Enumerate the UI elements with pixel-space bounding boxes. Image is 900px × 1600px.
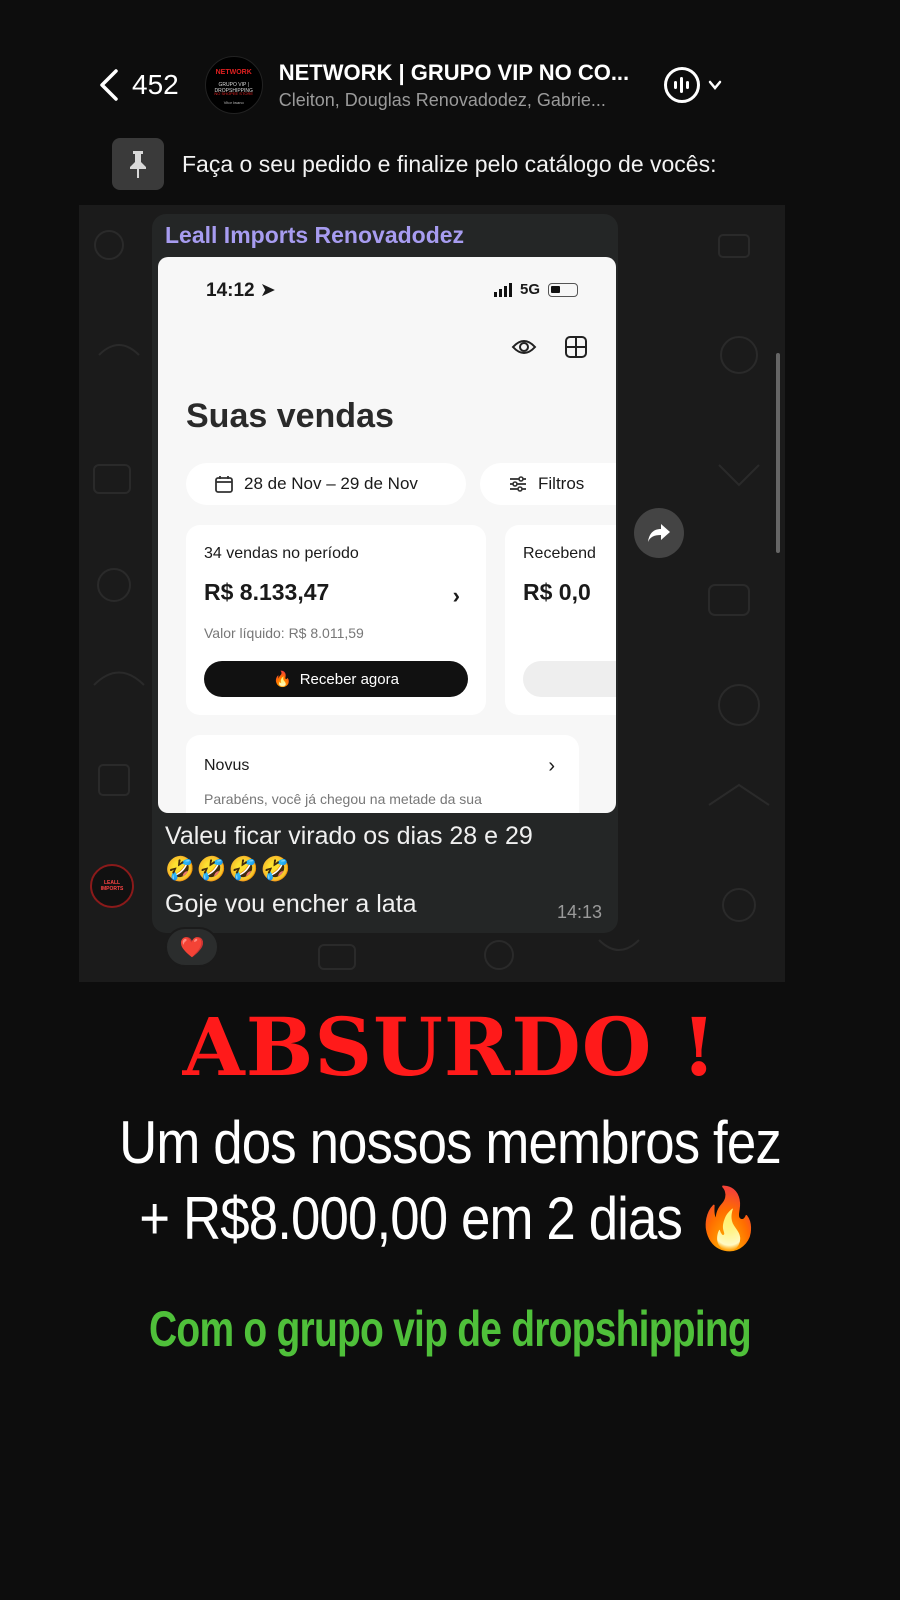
sales-card: 34 vendas no período R$ 8.133,47 › Valor… <box>186 525 486 715</box>
unread-count: 452 <box>132 69 179 100</box>
receivables-label: Recebend <box>523 545 596 562</box>
promo-line-1: Um dos nossos membros fez <box>119 1109 782 1176</box>
message-line-1: Valeu ficar virado os dias 28 e 29 <box>165 822 533 850</box>
chevron-left-icon <box>100 69 118 101</box>
group-members: Cleiton, Douglas Renovadodez, Gabrie... <box>278 89 606 110</box>
chevron-down-icon[interactable] <box>708 78 722 92</box>
sales-amount: R$ 8.133,47 <box>204 579 330 605</box>
calendar-icon <box>215 476 233 493</box>
attached-screenshot[interactable]: 14:12 ➤ 5G Suas vendas 28 de Nov – 29 de… <box>158 257 616 813</box>
novus-title: Novus <box>204 757 250 774</box>
promo-line-2: + R$8.000,00 em 2 dias 🔥 <box>139 1185 761 1252</box>
headline: ABSURDO ! <box>182 1000 718 1094</box>
pin-icon <box>112 138 164 190</box>
receivables-card: Recebend R$ 0,0 <box>505 525 616 715</box>
forward-icon <box>648 524 670 542</box>
eye-icon <box>511 340 537 354</box>
message-bubble[interactable]: Leall Imports Renovadodez 14:12 ➤ 5G Sua… <box>152 214 618 933</box>
message-text: Valeu ficar virado os dias 28 e 29 🤣🤣🤣🤣 … <box>165 819 605 921</box>
status-indicators: 5G <box>493 281 578 298</box>
tagline: Com o grupo vip de dropshipping <box>149 1301 752 1357</box>
message-line-2: Goje vou encher a lata <box>165 890 417 918</box>
group-title: NETWORK | GRUPO VIP NO CO... <box>278 59 630 85</box>
filters-pill: Filtros <box>480 463 616 505</box>
fire-icon: 🔥 <box>273 671 292 688</box>
group-info[interactable]: NETWORK | GRUPO VIP NO CO... Cleiton, Do… <box>279 60 644 111</box>
filters-label: Filtros <box>538 474 585 493</box>
chevron-right-icon: › <box>452 583 460 608</box>
receivables-amount: R$ 0,0 <box>523 579 591 605</box>
date-range-pill: 28 de Nov – 29 de Nov <box>186 463 466 505</box>
sales-title: Suas vendas <box>186 397 394 435</box>
voice-chat-icon[interactable] <box>663 67 700 103</box>
novus-card: Novus › Parabéns, você já chegou na meta… <box>186 735 579 813</box>
receive-now-button: 🔥 Receber agora <box>204 661 468 697</box>
message-time: 14:13 <box>556 902 602 922</box>
laughing-emojis: 🤣🤣🤣🤣 <box>165 856 293 883</box>
pinned-text: Faça o seu pedido e finalize pelo catálo… <box>182 150 717 177</box>
network-label: 5G <box>519 281 540 298</box>
chat-header: 452 NETWORK GRUPO VIP | DROPSHIPPING NO … <box>80 40 785 130</box>
novus-text: Parabéns, você já chegou na metade da su… <box>204 791 482 807</box>
signal-icon <box>493 282 512 297</box>
sales-count: 34 vendas no período <box>204 545 359 562</box>
sliders-icon <box>510 476 526 492</box>
calculator-icon <box>565 336 587 358</box>
receivables-button <box>523 661 616 697</box>
sender-name[interactable]: Leall Imports Renovadodez <box>165 222 464 249</box>
back-button[interactable]: 452 <box>98 68 179 102</box>
pinned-message[interactable]: Faça o seu pedido e finalize pelo catálo… <box>80 133 785 195</box>
battery-icon <box>548 282 578 297</box>
receive-now-label: Receber agora <box>299 670 399 688</box>
scrollbar[interactable] <box>776 353 780 553</box>
chevron-right-icon: › <box>548 755 555 777</box>
forward-button[interactable] <box>634 508 684 558</box>
net-value: Valor líquido: R$ 8.011,59 <box>204 625 364 641</box>
status-time: 14:12 ➤ <box>206 280 276 301</box>
chat-area[interactable]: Leall Imports Renovadodez 14:12 ➤ 5G Sua… <box>79 205 785 982</box>
group-avatar[interactable]: NETWORK GRUPO VIP | DROPSHIPPING NO SHOP… <box>204 56 263 114</box>
heart-reaction[interactable]: ❤️ <box>165 927 219 967</box>
member-avatar[interactable]: LEALL IMPORTS <box>90 864 134 908</box>
location-arrow-icon: ➤ <box>259 280 276 301</box>
date-range: 28 de Nov – 29 de Nov <box>244 474 418 493</box>
